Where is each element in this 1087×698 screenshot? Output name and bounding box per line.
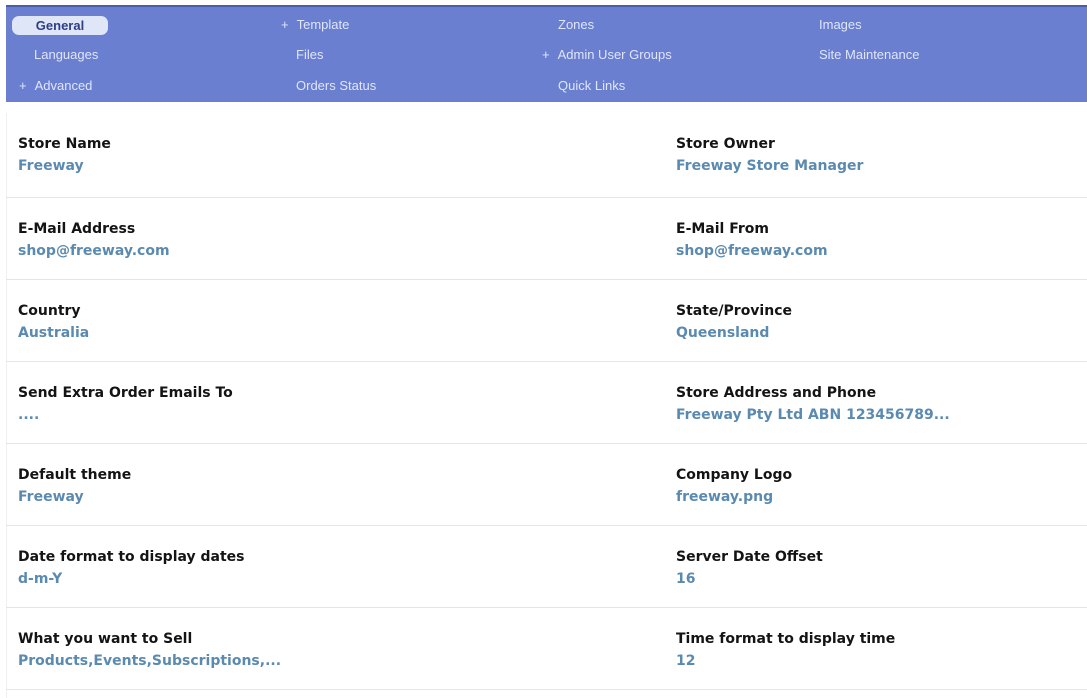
setting-email-address: E-Mail Address shop@freeway.com [18, 220, 170, 261]
setting-value[interactable]: shop@freeway.com [676, 241, 828, 261]
setting-server-date-offset: Server Date Offset 16 [676, 548, 823, 589]
setting-label: Date format to display dates [18, 549, 245, 565]
expand-plus-icon: + [19, 78, 27, 93]
setting-value[interactable]: Freeway [18, 487, 131, 507]
nav-item-files[interactable]: Files [296, 45, 323, 65]
nav-item-zones[interactable]: Zones [558, 15, 594, 35]
nav-item-general[interactable]: General [12, 16, 108, 35]
nav-item-label: Template [296, 17, 350, 32]
nav-item-images[interactable]: Images [819, 15, 862, 35]
nav-item-label: Advanced [34, 78, 93, 93]
setting-value[interactable]: Freeway Pty Ltd ABN 123456789... [676, 405, 950, 425]
nav-item-label: Zones [558, 17, 595, 32]
setting-country: Country Australia [18, 302, 89, 343]
setting-store-address-phone: Store Address and Phone Freeway Pty Ltd … [676, 384, 950, 425]
nav-item-label: Admin User Groups [557, 47, 672, 62]
nav-item-label: Languages [34, 47, 99, 62]
setting-store-owner: Store Owner Freeway Store Manager [676, 135, 863, 176]
expand-plus-icon: + [281, 17, 289, 32]
nav-item-label: Quick Links [558, 78, 626, 93]
nav-item-label: Site Maintenance [819, 47, 920, 62]
setting-label: Store Name [18, 136, 111, 152]
setting-label: What you want to Sell [18, 631, 193, 647]
nav-item-admin-user-groups[interactable]: + Admin User Groups [542, 45, 672, 65]
setting-email-from: E-Mail From shop@freeway.com [676, 220, 828, 261]
settings-nav-bar: General Languages + Advanced + Template Fi… [6, 5, 1087, 102]
nav-item-label: General [35, 18, 85, 33]
setting-time-format: Time format to display time 12 [676, 630, 895, 671]
nav-item-label: Images [819, 17, 862, 32]
setting-label: E-Mail From [676, 221, 770, 237]
settings-row: Send Extra Order Emails To .... Store Ad… [6, 362, 1087, 444]
setting-what-to-sell: What you want to Sell Products,Events,Su… [18, 630, 281, 671]
expand-plus-icon: + [542, 47, 550, 62]
setting-label: State/Province [676, 303, 792, 319]
settings-list: Store Name Freeway Store Owner Freeway S… [6, 113, 1087, 690]
settings-row: Default theme Freeway Company Logo freew… [6, 444, 1087, 526]
settings-row: Store Name Freeway Store Owner Freeway S… [6, 113, 1087, 198]
setting-label: E-Mail Address [18, 221, 136, 237]
setting-store-name: Store Name Freeway [18, 135, 111, 176]
setting-label: Server Date Offset [676, 549, 823, 565]
setting-extra-order-emails: Send Extra Order Emails To .... [18, 384, 233, 425]
settings-row: Date format to display dates d-m-Y Serve… [6, 526, 1087, 608]
setting-label: Company Logo [676, 467, 793, 483]
setting-label: Send Extra Order Emails To [18, 385, 233, 401]
nav-item-languages[interactable]: Languages [34, 45, 98, 65]
nav-item-quick-links[interactable]: Quick Links [558, 76, 625, 96]
setting-label: Time format to display time [676, 631, 896, 647]
setting-state-province: State/Province Queensland [676, 302, 792, 343]
nav-item-site-maintenance[interactable]: Site Maintenance [819, 45, 919, 65]
setting-date-format: Date format to display dates d-m-Y [18, 548, 245, 589]
setting-value[interactable]: 16 [676, 569, 823, 589]
setting-label: Store Address and Phone [676, 385, 877, 401]
setting-value[interactable]: Australia [18, 323, 89, 343]
setting-default-theme: Default theme Freeway [18, 466, 131, 507]
nav-item-label: Orders Status [296, 78, 377, 93]
nav-item-advanced[interactable]: + Advanced [19, 76, 92, 96]
nav-item-template[interactable]: + Template [281, 15, 349, 35]
nav-item-label: Files [296, 47, 324, 62]
nav-item-orders-status[interactable]: Orders Status [296, 76, 376, 96]
setting-value[interactable]: d-m-Y [18, 569, 245, 589]
setting-company-logo: Company Logo freeway.png [676, 466, 792, 507]
setting-value[interactable]: Freeway [18, 156, 111, 176]
setting-value[interactable]: Queensland [676, 323, 792, 343]
setting-value[interactable]: freeway.png [676, 487, 792, 507]
setting-label: Country [18, 303, 81, 319]
setting-value[interactable]: .... [18, 405, 233, 425]
setting-value[interactable]: Products,Events,Subscriptions,... [18, 651, 281, 671]
setting-label: Default theme [18, 467, 132, 483]
setting-value[interactable]: shop@freeway.com [18, 241, 170, 261]
settings-row: What you want to Sell Products,Events,Su… [6, 608, 1087, 690]
settings-row: E-Mail Address shop@freeway.com E-Mail F… [6, 198, 1087, 280]
setting-label: Store Owner [676, 136, 775, 152]
settings-row: Country Australia State/Province Queensl… [6, 280, 1087, 362]
setting-value[interactable]: 12 [676, 651, 895, 671]
setting-value[interactable]: Freeway Store Manager [676, 156, 863, 176]
